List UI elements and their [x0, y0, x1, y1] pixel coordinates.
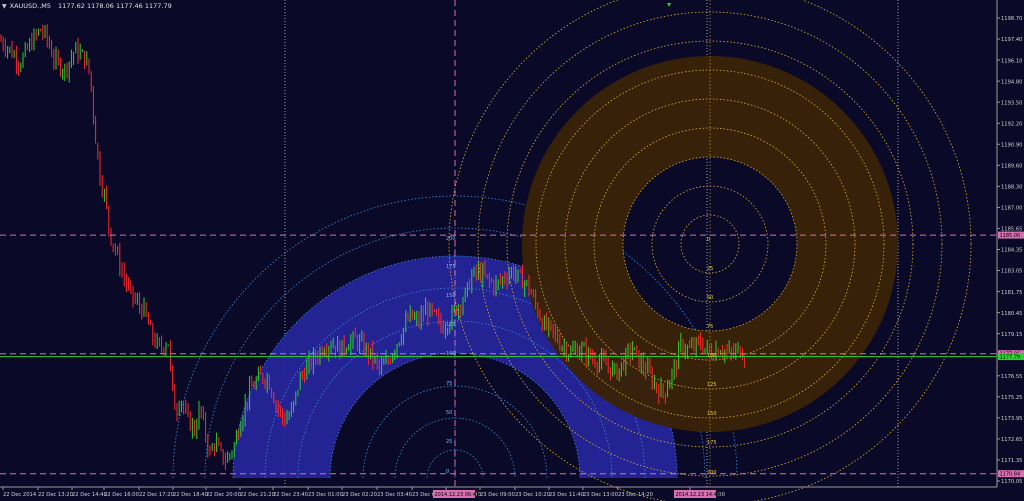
price-tick-label: 1171.35 [1001, 458, 1022, 464]
price-level-label: 1170.84 [1000, 472, 1021, 478]
blue-scale-label: 150 [446, 293, 456, 299]
brown-scale-label: 175 [707, 440, 717, 446]
time-tick-label: 23 Dec 03:40 [377, 492, 412, 498]
blue-scale-label: 100 [446, 351, 456, 357]
time-tick-label: 23 Dec 02:20 [342, 492, 377, 498]
time-tick-label: 23 Dec 09:00 [480, 492, 515, 498]
time-tick-label: 22 Dec 21:20 [240, 492, 275, 498]
blue-scale-label: 50 [446, 410, 452, 416]
price-tick-label: 1173.95 [1001, 416, 1022, 422]
price-tick-label: 1193.50 [1001, 100, 1022, 106]
price-chart[interactable]: 1198.70 1197.40 1196.10 1194.80 1193.50 1192.… [0, 0, 1024, 501]
time-tick-label: 22 Dec 18:40 [173, 492, 208, 498]
price-tick-label: 1192.20 [1001, 121, 1022, 127]
price-tick-label: 1187.00 [1001, 206, 1022, 212]
time-tick-label: 23 Dec 01:00 [308, 492, 343, 498]
price-level-label: 1185.00 [1000, 233, 1021, 239]
ohlc-values: 1177.62 1178.06 1177.46 1177.79 [58, 2, 172, 10]
price-tick-label: 1197.40 [1001, 37, 1022, 43]
price-tick-label: 1183.05 [1001, 269, 1022, 275]
price-tick-label: 1180.45 [1001, 311, 1022, 317]
time-tick-label: 22 Dec 13:20 [38, 492, 73, 498]
blue-scale-label: 125 [446, 322, 456, 328]
brown-scale-label: 25 [707, 266, 713, 272]
brown-scale-label: 150 [707, 411, 717, 417]
price-tick-label: 1189.60 [1001, 164, 1022, 170]
price-tick-label: 1172.65 [1001, 437, 1022, 443]
dropdown-triangle-icon[interactable]: ▼ [2, 3, 7, 10]
brown-scale-label: 200 [707, 470, 717, 476]
blue-scale-label: 200 [446, 236, 456, 242]
time-tick-label: 22 Dec 17:20 [139, 492, 174, 498]
price-tick-label: 1175.25 [1001, 395, 1022, 401]
blue-scale-label: 75 [446, 381, 452, 387]
brown-scale-label: 100 [707, 353, 717, 359]
time-tick-label: 23 Dec 11:40 [549, 492, 584, 498]
blue-scale-label: 25 [446, 439, 452, 445]
symbol-label: XAUUSD.,M5 [9, 2, 52, 10]
price-tick-label: 1176.55 [1001, 374, 1022, 380]
time-tick-label: 23 Dec 13:00 [583, 492, 618, 498]
price-tick-label: 1198.70 [1001, 16, 1022, 22]
chart-window[interactable]: 1198.70 1197.40 1196.10 1194.80 1193.50 1192.… [0, 0, 1024, 501]
price-tick-label: 1188.30 [1001, 185, 1022, 191]
chart-header: ▼ XAUUSD.,M5 1177.62 1178.06 1177.46 117… [2, 2, 172, 10]
price-level-label: 1177.79 [1000, 355, 1021, 361]
time-tick-label: 22 Dec 16:00 [104, 492, 139, 498]
price-tick-label: 1179.15 [1001, 332, 1022, 338]
time-tick-label: 22 Dec 2014 [3, 492, 37, 498]
time-tick-label: 22 Dec 20:00 [206, 492, 241, 498]
time-tick-label: 23 Dec 14:20 [618, 492, 653, 498]
price-tick-label: 1181.75 [1001, 290, 1022, 296]
brown-scale-label: 125 [707, 382, 717, 388]
price-tick-label: 1170.05 [1001, 479, 1022, 485]
brown-scale-label: 75 [707, 324, 713, 330]
time-tick-label: 22 Dec 14:40 [72, 492, 107, 498]
blue-scale-label: 0 [446, 469, 449, 475]
time-marker-label: 2014.12.23 14:45 [676, 492, 721, 498]
price-tick-label: 1196.10 [1001, 58, 1022, 64]
time-tick-label: 22 Dec 23:40 [273, 492, 308, 498]
price-tick-label: 1194.80 [1001, 79, 1022, 85]
time-tick-label: 23 Dec 10:20 [515, 492, 550, 498]
price-tick-label: 1190.90 [1001, 142, 1022, 148]
price-tick-label: 1184.35 [1001, 248, 1022, 254]
time-marker-label: 2014.12.23 06:45 [435, 492, 480, 498]
blue-scale-label: 175 [446, 264, 456, 270]
brown-scale-label: 0 [707, 237, 710, 243]
brown-scale-label: 50 [707, 295, 713, 301]
